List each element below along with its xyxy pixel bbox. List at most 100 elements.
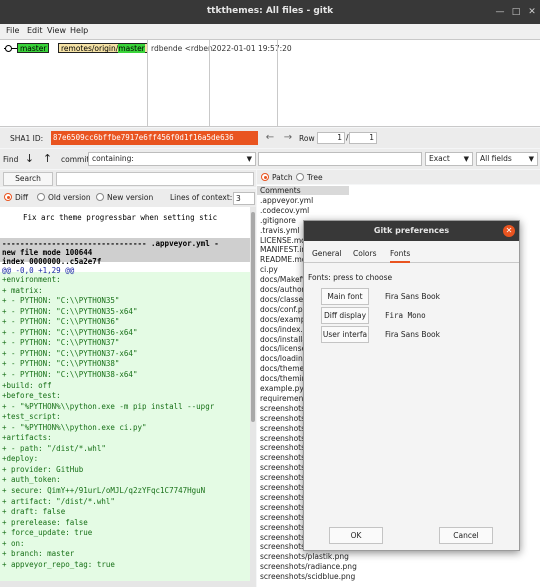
search-button[interactable]: Search (3, 172, 53, 186)
file-list-item[interactable]: screenshots/ (260, 463, 308, 472)
file-list-item[interactable]: screenshots/ (260, 483, 308, 492)
menu-view[interactable]: View (47, 26, 66, 35)
file-list-item[interactable]: screenshots/ (260, 473, 308, 482)
file-list-item[interactable]: screenshots/ (260, 443, 308, 452)
diff-hscrollbar[interactable] (0, 581, 250, 587)
minimize-icon[interactable]: — (495, 7, 505, 17)
menu-file[interactable]: File (6, 26, 19, 35)
diff-added-line: + - PYTHON: "C:\\PYTHON36" (2, 317, 120, 327)
diff-radio-label[interactable]: Diff (15, 193, 28, 202)
file-list-item[interactable]: screenshots/plastik.png (260, 552, 349, 561)
patch-radio[interactable] (261, 173, 269, 181)
file-list-item[interactable]: docs/license (260, 344, 306, 353)
find-down-arrow-icon[interactable]: ↓ (22, 152, 37, 166)
maximize-icon[interactable]: □ (511, 7, 521, 17)
old-version-radio[interactable] (37, 193, 45, 201)
file-list-item[interactable]: docs/conf.py (260, 305, 307, 314)
diff-added-line: + - PYTHON: "C:\\PYTHON37-x64" (2, 348, 138, 358)
row-current[interactable]: 1 (317, 132, 345, 144)
tree-radio[interactable] (296, 173, 304, 181)
diff-added-line: + auth_token: (2, 475, 61, 485)
find-fields-select[interactable]: All fields ▼ (476, 152, 538, 166)
file-list-item[interactable]: screenshots/ (260, 424, 308, 433)
file-list-item[interactable]: docs/classes (260, 295, 307, 304)
commit-author[interactable]: rdbende <rdben (151, 44, 213, 53)
sha-field[interactable]: 87e6509cc6bffbe7917e6ff456f0d1f16a5de636 (51, 131, 258, 145)
row-label: Row (299, 134, 315, 143)
file-list-item[interactable]: screenshots/ (260, 453, 308, 462)
diff-added-line: + - PYTHON: "C:\\PYTHON37" (2, 338, 120, 348)
find-match-select[interactable]: Exact ▼ (425, 152, 473, 166)
file-list-item[interactable]: README.md (260, 255, 307, 264)
scrollbar-thumb[interactable] (251, 212, 255, 422)
file-list-item[interactable]: MANIFEST.in (260, 245, 306, 254)
file-list-item[interactable]: docs/loading (260, 354, 308, 363)
file-list-item[interactable]: screenshots/ (260, 414, 308, 423)
file-list-item[interactable]: screenshots/ (260, 542, 308, 551)
commit-dot[interactable] (5, 45, 12, 52)
tab-colors[interactable]: Colors (353, 249, 377, 258)
diff-view[interactable]: Fix arc theme progressbar when setting s… (0, 207, 250, 587)
main-font-button[interactable]: Main font (321, 288, 369, 305)
remote-branch: master (118, 44, 145, 53)
file-list-item[interactable]: ci.py (260, 265, 278, 274)
diff-radio[interactable] (4, 193, 12, 201)
commit-date[interactable]: 2022-01-01 19:57:20 (212, 44, 292, 53)
pane-divider[interactable] (277, 40, 278, 126)
cancel-button[interactable]: Cancel (439, 527, 493, 544)
tab-general[interactable]: General (312, 249, 342, 258)
find-input[interactable] (258, 152, 422, 166)
chevron-down-icon: ▼ (528, 155, 534, 163)
menu-help[interactable]: Help (70, 26, 88, 35)
new-version-radio[interactable] (96, 193, 104, 201)
ui-font-value: Fira Sans Book (385, 330, 440, 339)
menu-edit[interactable]: Edit (27, 26, 43, 35)
search-input[interactable] (56, 172, 254, 186)
pane-divider[interactable] (147, 40, 148, 126)
new-version-label[interactable]: New version (107, 193, 153, 202)
context-spinbox[interactable]: 3 (233, 192, 255, 205)
tree-label[interactable]: Tree (307, 173, 323, 182)
branch-tag-master[interactable]: master (17, 43, 50, 53)
file-list-item[interactable]: .codecov.yml (260, 206, 309, 215)
file-list-item[interactable]: screenshots/ (260, 493, 308, 502)
commit-list: master remotes/origin/master rdbende <rd… (0, 39, 540, 127)
close-icon[interactable]: ✕ (527, 7, 537, 17)
forward-arrow-icon[interactable]: → (281, 132, 295, 144)
file-list-item[interactable]: .travis.yml (260, 226, 300, 235)
diff-font-button[interactable]: Diff display (321, 307, 369, 324)
find-mode-select[interactable]: containing: ▼ (88, 152, 256, 166)
file-list-item[interactable]: LICENSE.md (260, 236, 306, 245)
remote-tag[interactable]: remotes/origin/master (58, 43, 148, 53)
row-total: 1 (349, 132, 377, 144)
file-list-item[interactable]: screenshots/ (260, 404, 308, 413)
old-version-label[interactable]: Old version (48, 193, 91, 202)
file-list-item[interactable]: docs/authors (260, 285, 309, 294)
diff-scrollbar[interactable] (250, 207, 256, 587)
file-list-item[interactable]: screenshots/scidblue.png (260, 572, 355, 581)
find-up-arrow-icon[interactable]: ↑ (40, 152, 55, 166)
file-list-item[interactable]: docs/themes (260, 364, 308, 373)
commit-subject: Fix arc theme progressbar when setting s… (23, 213, 218, 222)
find-toolbar: Find ↓ ↑ commit containing: ▼ Exact ▼ All … (0, 149, 540, 169)
file-list-item[interactable]: screenshots/ (260, 533, 308, 542)
close-icon[interactable]: ✕ (503, 225, 515, 237)
ok-button[interactable]: OK (329, 527, 383, 544)
file-list-comments[interactable]: Comments (257, 186, 349, 195)
file-list-item[interactable]: screenshots/radiance.png (260, 562, 357, 571)
file-list-item[interactable]: screenshots/ (260, 513, 308, 522)
file-list-item[interactable]: .gitignore (260, 216, 296, 225)
file-list-item[interactable]: example.py (260, 384, 304, 393)
back-arrow-icon[interactable]: ← (263, 132, 277, 144)
file-list-item[interactable]: screenshots/ (260, 523, 308, 532)
ui-font-button[interactable]: User interfa (321, 326, 369, 343)
tab-fonts[interactable]: Fonts (390, 249, 411, 263)
file-list-item[interactable]: screenshots/ (260, 503, 308, 512)
file-list-item[interactable]: screenshots/ (260, 434, 308, 443)
search-toolbar: Search (0, 170, 256, 187)
file-list-item[interactable]: .appveyor.yml (260, 196, 313, 205)
dialog-tabs: General Colors Fonts (304, 243, 519, 263)
pane-divider[interactable] (209, 40, 210, 126)
fonts-hint: Fonts: press to choose (308, 273, 393, 282)
patch-label[interactable]: Patch (272, 173, 293, 182)
